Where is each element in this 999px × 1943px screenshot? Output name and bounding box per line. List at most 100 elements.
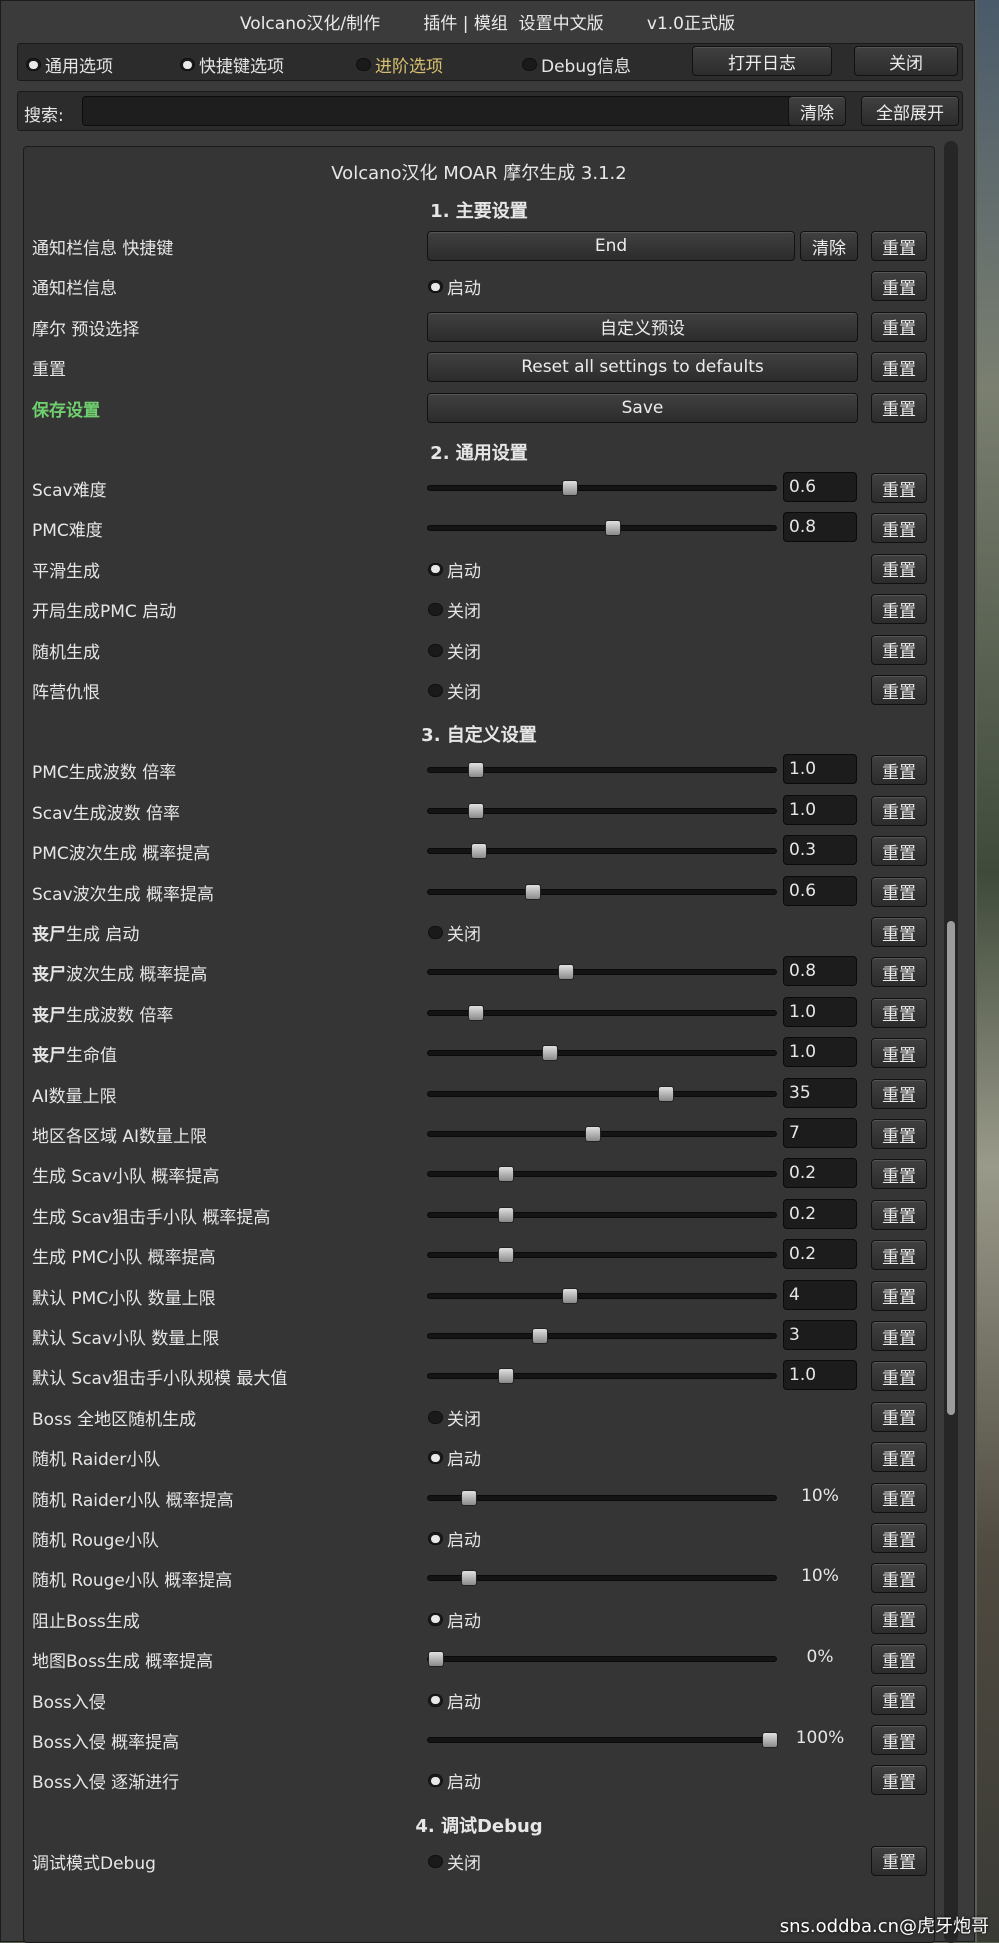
slider-knob[interactable] bbox=[468, 762, 485, 779]
reset-button[interactable]: 重置 bbox=[871, 352, 927, 383]
setting-toggle[interactable]: 启动 bbox=[428, 1688, 481, 1713]
radio-general-options[interactable]: 通用选项 bbox=[26, 52, 113, 77]
reset-button[interactable]: 重置 bbox=[871, 1523, 927, 1553]
setting-slider[interactable] bbox=[427, 1206, 777, 1223]
slider-knob[interactable] bbox=[524, 883, 541, 900]
reset-button[interactable]: 重置 bbox=[871, 1078, 927, 1109]
setting-slider[interactable] bbox=[427, 1489, 777, 1506]
slider-knob[interactable] bbox=[762, 1732, 778, 1748]
reset-button[interactable]: 重置 bbox=[871, 795, 927, 826]
setting-slider[interactable] bbox=[427, 1287, 777, 1304]
setting-toggle[interactable]: 启动 bbox=[428, 1526, 481, 1551]
setting-toggle[interactable]: 启动 bbox=[428, 1445, 481, 1470]
slider-knob[interactable] bbox=[471, 843, 488, 860]
reset-button[interactable]: 重置 bbox=[871, 553, 927, 584]
reset-button[interactable]: 重置 bbox=[871, 1240, 927, 1271]
setting-toggle[interactable]: 关闭 bbox=[428, 638, 481, 663]
setting-toggle[interactable]: 启动 bbox=[428, 274, 481, 299]
setting-slider[interactable] bbox=[427, 1085, 777, 1102]
setting-action-button[interactable]: 自定义预设 bbox=[427, 311, 858, 342]
slider-knob[interactable] bbox=[468, 802, 485, 819]
setting-slider[interactable] bbox=[427, 843, 777, 860]
setting-slider[interactable] bbox=[427, 964, 777, 981]
reset-button[interactable]: 重置 bbox=[871, 957, 927, 988]
reset-button[interactable]: 重置 bbox=[871, 1401, 927, 1432]
setting-value-field[interactable]: 0.6 bbox=[783, 472, 857, 502]
slider-knob[interactable] bbox=[498, 1368, 515, 1385]
slider-knob[interactable] bbox=[428, 1651, 444, 1668]
search-input[interactable] bbox=[82, 96, 798, 126]
slider-knob[interactable] bbox=[605, 520, 622, 537]
reset-button[interactable]: 重置 bbox=[871, 594, 927, 625]
setting-value-field[interactable]: 4 bbox=[783, 1279, 857, 1310]
reset-button[interactable]: 重置 bbox=[871, 1644, 927, 1675]
reset-button[interactable]: 重置 bbox=[871, 876, 927, 907]
setting-slider[interactable] bbox=[427, 480, 777, 496]
setting-value-field[interactable]: 0.2 bbox=[783, 1239, 857, 1270]
reset-button[interactable]: 重置 bbox=[871, 917, 927, 947]
slider-knob[interactable] bbox=[498, 1166, 515, 1183]
setting-toggle[interactable]: 启动 bbox=[428, 1768, 481, 1793]
setting-slider[interactable] bbox=[427, 1651, 777, 1668]
setting-slider[interactable] bbox=[427, 1045, 777, 1062]
setting-value-field[interactable]: 0.6 bbox=[783, 875, 857, 906]
reset-button[interactable]: 重置 bbox=[871, 311, 927, 342]
setting-value-field[interactable]: 3 bbox=[783, 1320, 857, 1350]
reset-button[interactable]: 重置 bbox=[871, 1321, 927, 1351]
setting-slider[interactable] bbox=[427, 1328, 777, 1344]
reset-button[interactable]: 重置 bbox=[871, 1119, 927, 1149]
hotkey-clear-button[interactable]: 清除 bbox=[800, 231, 858, 261]
reset-button[interactable]: 重置 bbox=[871, 1765, 927, 1796]
reset-button[interactable]: 重置 bbox=[871, 675, 927, 705]
reset-button[interactable]: 重置 bbox=[871, 1442, 927, 1473]
reset-button[interactable]: 重置 bbox=[871, 634, 927, 665]
reset-button[interactable]: 重置 bbox=[871, 392, 927, 423]
setting-value-field[interactable]: 0.8 bbox=[783, 512, 857, 543]
reset-button[interactable]: 重置 bbox=[871, 473, 927, 503]
setting-value-field[interactable]: 1.0 bbox=[783, 1360, 857, 1391]
radio-advanced-options[interactable]: 进阶选项 bbox=[356, 52, 443, 77]
reset-button[interactable]: 重置 bbox=[871, 1038, 927, 1069]
setting-slider[interactable] bbox=[427, 1247, 777, 1264]
radio-debug-info[interactable]: Debug信息 bbox=[522, 52, 631, 77]
reset-button[interactable]: 重置 bbox=[871, 1482, 927, 1513]
setting-value-field[interactable]: 1.0 bbox=[783, 1037, 857, 1068]
setting-toggle[interactable]: 启动 bbox=[428, 1607, 481, 1632]
reset-button[interactable]: 重置 bbox=[871, 1725, 927, 1755]
setting-toggle[interactable]: 启动 bbox=[428, 557, 481, 582]
setting-slider[interactable] bbox=[427, 802, 777, 819]
reset-button[interactable]: 重置 bbox=[871, 1361, 927, 1392]
expand-all-button[interactable]: 全部展开 bbox=[861, 96, 959, 126]
slider-knob[interactable] bbox=[561, 1287, 578, 1304]
scrollbar-track[interactable] bbox=[944, 141, 958, 1943]
slider-knob[interactable] bbox=[531, 1328, 548, 1344]
setting-value-field[interactable]: 7 bbox=[783, 1118, 857, 1148]
close-button[interactable]: 关闭 bbox=[854, 46, 958, 76]
hotkey-button[interactable]: End bbox=[427, 231, 795, 261]
reset-button[interactable]: 重置 bbox=[871, 1280, 927, 1311]
setting-toggle[interactable]: 关闭 bbox=[428, 920, 481, 945]
setting-toggle[interactable]: 关闭 bbox=[428, 678, 481, 703]
reset-button[interactable]: 重置 bbox=[871, 1159, 927, 1190]
open-log-button[interactable]: 打开日志 bbox=[692, 46, 832, 76]
setting-slider[interactable] bbox=[427, 1166, 777, 1183]
reset-button[interactable]: 重置 bbox=[871, 1603, 927, 1634]
setting-value-field[interactable]: 0.3 bbox=[783, 835, 857, 866]
setting-value-field[interactable]: 1.0 bbox=[783, 794, 857, 825]
reset-button[interactable]: 重置 bbox=[871, 1199, 927, 1230]
reset-button[interactable]: 重置 bbox=[871, 1563, 927, 1594]
radio-hotkey-options[interactable]: 快捷键选项 bbox=[180, 52, 284, 77]
reset-button[interactable]: 重置 bbox=[871, 836, 927, 867]
setting-slider[interactable] bbox=[427, 762, 777, 779]
slider-knob[interactable] bbox=[468, 1004, 485, 1021]
slider-knob[interactable] bbox=[658, 1085, 675, 1102]
slider-knob[interactable] bbox=[498, 1247, 515, 1264]
reset-button[interactable]: 重置 bbox=[871, 1684, 927, 1715]
slider-knob[interactable] bbox=[561, 480, 578, 496]
setting-value-field[interactable]: 0.2 bbox=[783, 1198, 857, 1229]
setting-slider[interactable] bbox=[427, 1126, 777, 1142]
setting-slider[interactable] bbox=[427, 1570, 777, 1587]
setting-value-field[interactable]: 0.8 bbox=[783, 956, 857, 987]
slider-knob[interactable] bbox=[461, 1489, 478, 1506]
setting-toggle[interactable]: 关闭 bbox=[428, 1849, 481, 1874]
